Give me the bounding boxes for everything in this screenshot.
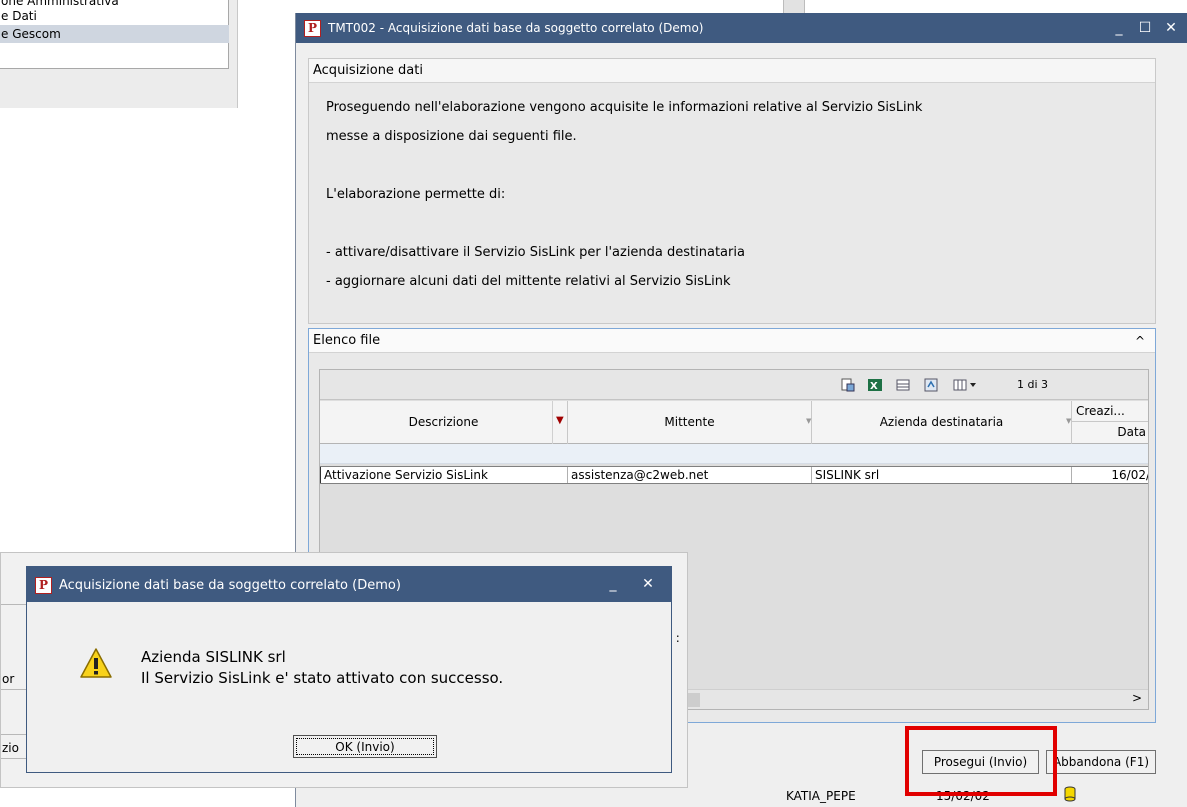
background-window-edge [783,0,805,14]
dialog-message-line2: Il Servizio SisLink e' stato attivato co… [141,669,504,687]
dialog-minimize-button[interactable]: _ [602,574,624,594]
dialog-title: Acquisizione dati base da soggetto corre… [59,578,401,593]
highlight-box [905,726,1057,796]
filter-active-icon[interactable]: ▼ [556,416,564,426]
close-button[interactable]: ✕ [1160,18,1182,38]
info-section-header: Acquisizione dati [309,59,1155,83]
filter-icon[interactable]: ▼ [806,417,811,425]
cell-data: 16/02/ [1111,468,1149,482]
grid-toolbar: X 1 di 3 [320,370,1148,400]
minimize-button[interactable]: _ [1108,18,1130,38]
info-line [326,151,1155,180]
info-line: - aggiornare alcuni dati del mittente re… [326,274,731,289]
export-icon[interactable] [841,378,855,392]
app-logo-icon: P [35,577,52,594]
column-header-mittente[interactable]: Mittente ▼ [568,401,812,444]
files-section-header[interactable]: Elenco file ^ [309,329,1155,353]
table-icon[interactable] [896,378,910,392]
main-window-titlebar[interactable]: P TMT002 - Acquisizione dati base da sog… [296,13,1187,43]
background-list: one Amministrativa e Dati e Gescom [0,0,229,69]
maximize-button[interactable]: ☐ [1134,18,1156,38]
list-item[interactable]: e Dati [0,7,229,25]
info-section-body: Proseguendo nell'elaborazione vengono ac… [309,83,1155,296]
list-item[interactable]: e Gescom [0,25,229,43]
cell-azienda: SISLINK srl [812,467,1072,483]
cell-descrizione: Attivazione Servizio SisLink [320,467,568,483]
columns-menu-icon[interactable] [953,378,979,392]
dialog-message-line1: Azienda SISLINK srl [141,648,286,666]
message-dialog: P Acquisizione dati base da soggetto cor… [26,566,672,773]
info-line: L'elaborazione permette di: [326,187,506,202]
column-header-azienda[interactable]: Azienda destinataria ▼ [812,401,1072,444]
info-line [326,209,1155,238]
info-line: - attivare/disattivare il Servizio SisLi… [326,245,745,260]
info-line: Proseguendo nell'elaborazione vengono ac… [326,100,923,115]
column-header-creazione[interactable]: Creazi... Data [1072,401,1148,444]
info-section: Acquisizione dati Proseguendo nell'elabo… [308,58,1156,324]
ok-button[interactable]: OK (Invio) [293,735,437,758]
info-line: messe a disposizione dai seguenti file. [326,129,577,144]
warning-icon [79,647,113,682]
cell-mittente: assistenza@c2web.net [568,467,812,483]
dialog-close-button[interactable]: ✕ [637,574,659,594]
grid-header: Descrizione ▼ Mittente ▼ Azienda destina… [320,401,1148,444]
filter-icon[interactable]: ▼ [1066,417,1071,425]
collapse-icon[interactable]: ^ [1135,329,1145,353]
column-header-descrizione[interactable]: Descrizione ▼ [320,401,568,444]
background-list-panel: one Amministrativa e Dati e Gescom [0,0,238,108]
main-window-title: TMT002 - Acquisizione dati base da sogge… [328,21,704,35]
files-section-title: Elenco file [313,333,381,348]
database-icon [1064,786,1076,805]
pager-label: 1 di 3 [1017,378,1049,391]
abort-button[interactable]: Abbandona (F1) [1046,750,1156,774]
svg-text:X: X [870,381,878,392]
grid-filter-row[interactable] [320,444,1148,464]
excel-icon[interactable]: X [868,378,882,392]
app-logo-icon: P [304,20,321,37]
table-row[interactable]: Attivazione Servizio SisLink assistenza@… [320,466,1149,484]
refresh-icon[interactable] [924,378,938,392]
dialog-titlebar[interactable]: P Acquisizione dati base da soggetto cor… [27,567,671,602]
scroll-right-icon[interactable]: > [1132,691,1142,705]
status-user: KATIA_PEPE [786,789,856,803]
